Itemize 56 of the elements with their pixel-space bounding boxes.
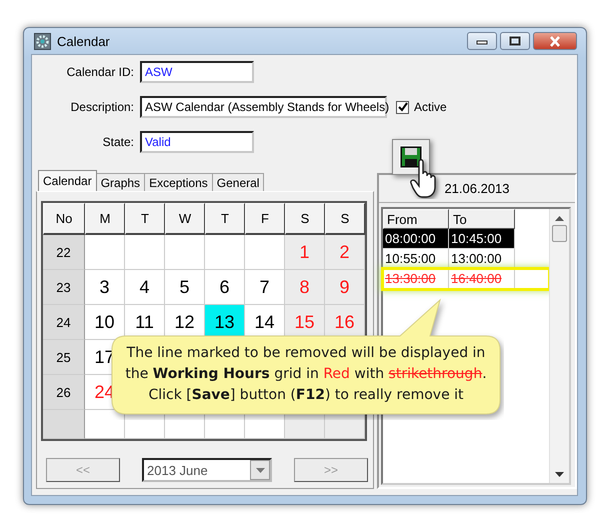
column-header: From: [383, 209, 449, 229]
week-number: 25: [43, 340, 85, 375]
day-cell[interactable]: 3: [85, 270, 125, 305]
tab[interactable]: Exceptions: [144, 173, 213, 191]
checkbox-label: Active: [414, 100, 447, 114]
column-header: T: [205, 203, 245, 235]
time-cell[interactable]: 13:00:00: [449, 249, 515, 269]
field-label: State:: [102, 135, 135, 149]
time-cell[interactable]: 10:55:00: [383, 249, 449, 269]
tab[interactable]: Calendar: [38, 170, 97, 191]
time-cell[interactable]: 16:40:00: [449, 269, 515, 289]
tab[interactable]: Graphs: [96, 173, 146, 191]
field-label: Calendar ID:: [66, 65, 135, 79]
maximize-icon: [509, 36, 521, 46]
week-number: 24: [43, 305, 85, 340]
dropdown-arrow-button[interactable]: [250, 460, 270, 480]
window-icon: [34, 32, 51, 50]
caret-icon: [256, 468, 264, 472]
week-number: 23: [43, 270, 85, 305]
day-cell[interactable]: 6: [205, 270, 245, 305]
scroll-down-icon[interactable]: [555, 472, 564, 477]
month-dropdown[interactable]: 2013 June: [142, 458, 272, 482]
column-header: M: [85, 203, 125, 235]
state-field[interactable]: Valid: [140, 131, 254, 153]
time-cell[interactable]: 08:00:00: [383, 229, 449, 249]
week-number: 26: [43, 375, 85, 410]
calendar-id-field[interactable]: ASW: [140, 61, 254, 83]
scroll-up-icon[interactable]: [555, 216, 564, 221]
column-header: T: [125, 203, 165, 235]
save-button[interactable]: [392, 139, 430, 175]
column-header: No: [43, 203, 85, 235]
tab[interactable]: General: [212, 173, 264, 191]
day-cell[interactable]: 4: [125, 270, 165, 305]
active-checkbox[interactable]: [396, 100, 409, 114]
week-number: 22: [43, 235, 85, 270]
scrollbar[interactable]: [549, 209, 569, 483]
close-button[interactable]: [533, 32, 577, 50]
column-header: To: [449, 209, 515, 229]
column-header: S: [325, 203, 365, 235]
maximize-button[interactable]: [500, 32, 530, 50]
time-cell[interactable]: 10:45:00: [449, 229, 515, 249]
description-field[interactable]: ASW Calendar (Assembly Stands for Wheels): [140, 96, 387, 118]
column-header: F: [245, 203, 285, 235]
close-icon: [548, 36, 562, 46]
column-header: W: [165, 203, 205, 235]
floppy-disk-icon: [400, 146, 422, 168]
day-cell[interactable]: 7: [245, 270, 285, 305]
minimize-button[interactable]: [467, 32, 497, 50]
time-cell[interactable]: 13:30:00: [383, 269, 449, 289]
callout-text: The line marked to be removed will be displayed in the Working Hours grid in Red with strikethrough. Click [Save] button (F12) to really remove it: [124, 344, 488, 405]
scrollbar-thumb[interactable]: [552, 225, 567, 242]
window-title: Calendar: [57, 34, 110, 48]
column-header: S: [285, 203, 325, 235]
field-label: Description:: [70, 100, 135, 114]
day-cell[interactable]: 5: [165, 270, 205, 305]
day-cell[interactable]: 10: [85, 305, 125, 340]
